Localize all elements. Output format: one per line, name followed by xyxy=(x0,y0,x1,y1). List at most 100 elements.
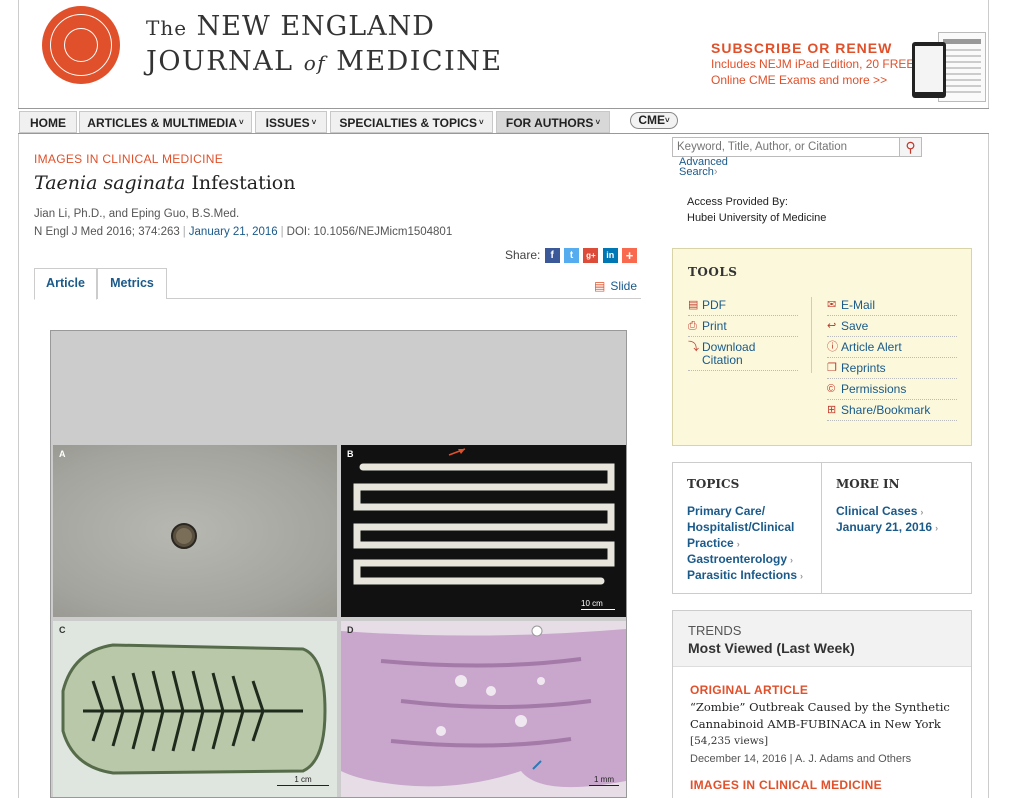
article-citation-line: N Engl J Med 2016; 374:263 | January 21, 2… xyxy=(34,226,453,238)
nav-for-authors[interactable]: FOR AUTHORS ˅ xyxy=(496,111,610,133)
slide-icon: ▤ xyxy=(594,279,606,293)
advanced-search-link[interactable]: Advanced Search› xyxy=(679,157,728,178)
trend-item-2-category[interactable]: IMAGES IN CLINICAL MEDICINE xyxy=(690,778,882,792)
pdf-icon: ▤ xyxy=(688,299,699,311)
trends-heading: Most Viewed (Last Week) xyxy=(688,640,855,656)
journal-wordmark[interactable]: The NEW ENGLAND JOURNAL of MEDICINE xyxy=(146,10,503,80)
main-nav: HOME ARTICLES & MULTIMEDIA ˅ ISSUES ˅ SPEC… xyxy=(18,108,989,134)
slide-link[interactable]: ▤ Slide xyxy=(594,279,637,293)
chevron-right-icon: › xyxy=(800,571,804,581)
topics-panel: TOPICS Primary Care/ Hospitalist/Clinica… xyxy=(672,462,972,594)
nav-home[interactable]: HOME xyxy=(19,111,77,133)
access-label: Access Provided By: xyxy=(687,196,788,208)
tool-save[interactable]: ↩ Save xyxy=(827,320,957,337)
chevron-right-icon: › xyxy=(736,539,740,549)
seal-inner xyxy=(64,28,98,62)
panel-d-label: D xyxy=(347,625,354,635)
topic-gastroenterology[interactable]: Gastroenterology › xyxy=(687,551,793,568)
topic-parasitic-infections[interactable]: Parasitic Infections › xyxy=(687,567,803,584)
chevron-right-icon: › xyxy=(935,523,939,533)
chevron-down-icon: ˅ xyxy=(239,118,244,127)
share-icon: ⊞ xyxy=(827,404,837,416)
tools-panel: TOOLS ▤ PDF ⎙ Print ⤵ Download Citation ✉ E-M… xyxy=(672,248,972,446)
nav-issues[interactable]: ISSUES ˅ xyxy=(255,111,327,133)
linkedin-icon[interactable]: in xyxy=(602,248,618,264)
wordmark-medicine: MEDICINE xyxy=(336,46,503,77)
citation-text: N Engl J Med 2016; 374:263 xyxy=(34,226,180,238)
search-input[interactable] xyxy=(672,137,900,157)
proglottid-image xyxy=(61,643,327,775)
share-label: Share: xyxy=(505,248,541,262)
trend-item-category[interactable]: ORIGINAL ARTICLE xyxy=(690,683,808,697)
chevron-right-icon: › xyxy=(920,507,924,517)
wordmark-journal: JOURNAL xyxy=(146,46,294,77)
figure-panel-d: D 1 mm xyxy=(341,621,626,797)
panel-a-label: A xyxy=(59,449,66,459)
slide-label: Slide xyxy=(610,279,638,293)
print-icon: ⎙ xyxy=(688,320,697,332)
topic-primary-care[interactable]: Primary Care/ Hospitalist/Clinical Pract… xyxy=(687,503,794,552)
ipad-device-image xyxy=(912,42,946,98)
search-button[interactable]: ⚲ xyxy=(899,137,922,157)
facebook-icon[interactable]: f xyxy=(544,248,560,264)
tools-divider xyxy=(811,297,812,373)
article-type-kicker[interactable]: IMAGES IN CLINICAL MEDICINE xyxy=(34,152,223,166)
addthis-icon[interactable]: + xyxy=(622,248,638,264)
figure-panel-c: C 1 cm xyxy=(53,621,337,797)
ipad-promo-image[interactable] xyxy=(912,32,988,106)
wordmark-of: of xyxy=(303,51,327,75)
article-authors: Jian Li, Ph.D., and Eping Guo, B.S.Med. xyxy=(34,208,240,220)
reprints-icon: ❐ xyxy=(827,362,837,374)
trends-header: TRENDS Most Viewed (Last Week) xyxy=(673,611,971,667)
googleplus-icon[interactable]: g+ xyxy=(583,248,599,264)
tool-share-bookmark[interactable]: ⊞ Share/Bookmark xyxy=(827,404,957,421)
nav-articles-multimedia[interactable]: ARTICLES & MULTIMEDIA ˅ xyxy=(79,111,252,133)
search-icon: ⚲ xyxy=(905,139,916,155)
tapeworm-coil-image xyxy=(353,448,615,585)
panel-c-scale: 1 cm xyxy=(277,775,329,786)
tool-email[interactable]: ✉ E-Mail xyxy=(827,299,957,316)
tool-download-citation[interactable]: ⤵ Download Citation xyxy=(688,341,798,371)
subscribe-promo[interactable]: SUBSCRIBE OR RENEW Includes NEJM iPad Ed… xyxy=(711,40,914,88)
panel-c-label: C xyxy=(59,625,66,635)
chevron-down-icon: ˅ xyxy=(595,118,601,127)
chevron-down-icon: ˅ xyxy=(478,118,484,127)
tab-metrics[interactable]: Metrics xyxy=(97,268,167,299)
chevron-down-icon: ˅ xyxy=(311,118,317,127)
chevron-right-icon: › xyxy=(790,555,794,565)
trends-label: TRENDS xyxy=(688,623,742,638)
doi-text: DOI: 10.1056/NEJMicm1504801 xyxy=(286,226,453,238)
tool-permissions[interactable]: © Permissions xyxy=(827,383,957,400)
trends-panel: TRENDS Most Viewed (Last Week) ORIGINAL … xyxy=(672,610,972,798)
tool-pdf[interactable]: ▤ PDF xyxy=(688,299,798,316)
article-title: Taenia saginata Infestation xyxy=(34,172,295,194)
access-info: Access Provided By: Hubei University of … xyxy=(687,194,826,226)
tab-article[interactable]: Article xyxy=(34,268,97,300)
promo-line-2: Includes NEJM iPad Edition, 20 FREE xyxy=(711,57,915,71)
more-in-heading: MORE IN xyxy=(836,477,900,491)
trend-item-title[interactable]: “Zombie” Outbreak Caused by the Syntheti… xyxy=(690,699,960,733)
tools-heading: TOOLS xyxy=(688,265,738,279)
more-in-clinical-cases[interactable]: Clinical Cases › xyxy=(836,503,923,520)
nav-cme[interactable]: CME˅ xyxy=(630,112,678,129)
tool-print[interactable]: ⎙ Print xyxy=(688,320,798,337)
tool-reprints[interactable]: ❐ Reprints xyxy=(827,362,957,379)
topics-heading: TOPICS xyxy=(687,477,740,491)
wordmark-the: The xyxy=(146,16,188,40)
article-figure[interactable]: A B 10 cm C 1 cm D 1 mm xyxy=(50,330,627,798)
more-in-issue-date[interactable]: January 21, 2016 › xyxy=(836,519,938,536)
article-title-rest: Infestation xyxy=(185,172,296,194)
trend-item-views: [54,235 views] xyxy=(690,735,769,747)
save-icon: ↩ xyxy=(827,320,837,332)
chevron-right-icon: › xyxy=(713,166,718,178)
promo-line-3: Online CME Exams and more >> xyxy=(711,73,888,87)
issue-date-link[interactable]: January 21, 2016 xyxy=(189,226,278,238)
article-title-italic: Taenia saginata xyxy=(34,172,186,194)
nav-specialties-topics[interactable]: SPECIALTIES & TOPICS ˅ xyxy=(330,111,493,133)
tool-article-alert[interactable]: ⓘ Article Alert xyxy=(827,341,957,358)
twitter-icon[interactable]: t xyxy=(564,248,580,264)
permissions-icon: © xyxy=(827,383,836,395)
chevron-down-icon: ˅ xyxy=(665,116,670,125)
wordmark-new-england: NEW ENGLAND xyxy=(196,11,435,42)
nejm-seal-logo[interactable] xyxy=(42,6,120,84)
